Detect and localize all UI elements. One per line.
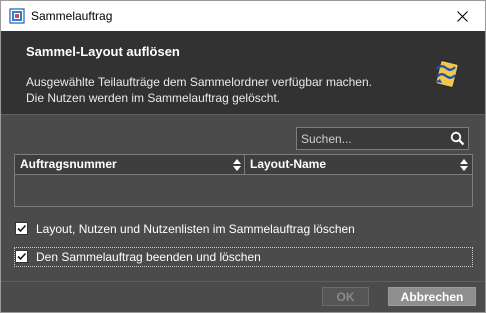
sort-icon xyxy=(233,159,241,171)
cancel-button[interactable]: Abbrechen xyxy=(388,287,476,306)
header-title: Sammel-Layout auflösen xyxy=(26,44,180,59)
header-description: Ausgewählte Teilaufträge dem Sammelordne… xyxy=(26,75,372,105)
window-title: Sammelauftrag xyxy=(31,9,113,23)
check-icon xyxy=(17,252,27,261)
check-icon xyxy=(17,224,27,233)
search-input[interactable] xyxy=(297,128,445,149)
checkbox[interactable] xyxy=(15,250,28,263)
dialog-window: Sammelauftrag Sammel-Layout auflösen Aus… xyxy=(0,0,486,313)
search-icon[interactable] xyxy=(450,131,465,146)
close-icon xyxy=(456,10,468,22)
sort-icon xyxy=(460,159,468,171)
column-label: Auftragsnummer xyxy=(20,157,117,171)
checkbox-label: Layout, Nutzen und Nutzenlisten im Samme… xyxy=(36,222,355,236)
close-button[interactable] xyxy=(439,1,485,31)
title-bar: Sammelauftrag xyxy=(1,1,485,31)
dissolve-layout-icon xyxy=(435,60,459,88)
checkbox-label: Den Sammelauftrag beenden und löschen xyxy=(36,250,261,264)
column-label: Layout-Name xyxy=(250,157,327,171)
option-delete-layout[interactable]: Layout, Nutzen und Nutzenlisten im Samme… xyxy=(14,219,414,239)
checkbox[interactable] xyxy=(15,222,28,235)
search-box xyxy=(296,127,469,150)
dialog-content: Auftragsnummer Layout-Name xyxy=(1,116,485,281)
dialog-header: Sammel-Layout auflösen Ausgewählte Teila… xyxy=(1,31,485,115)
column-header-auftragsnummer[interactable]: Auftragsnummer xyxy=(15,155,245,174)
job-table[interactable]: Auftragsnummer Layout-Name xyxy=(14,154,473,207)
dialog-footer: OK Abbrechen xyxy=(1,281,485,312)
app-icon xyxy=(9,8,25,24)
ok-button[interactable]: OK xyxy=(322,287,369,306)
option-finish-and-delete[interactable]: Den Sammelauftrag beenden und löschen xyxy=(14,247,473,267)
table-header: Auftragsnummer Layout-Name xyxy=(15,155,472,175)
column-header-layout-name[interactable]: Layout-Name xyxy=(245,155,472,174)
